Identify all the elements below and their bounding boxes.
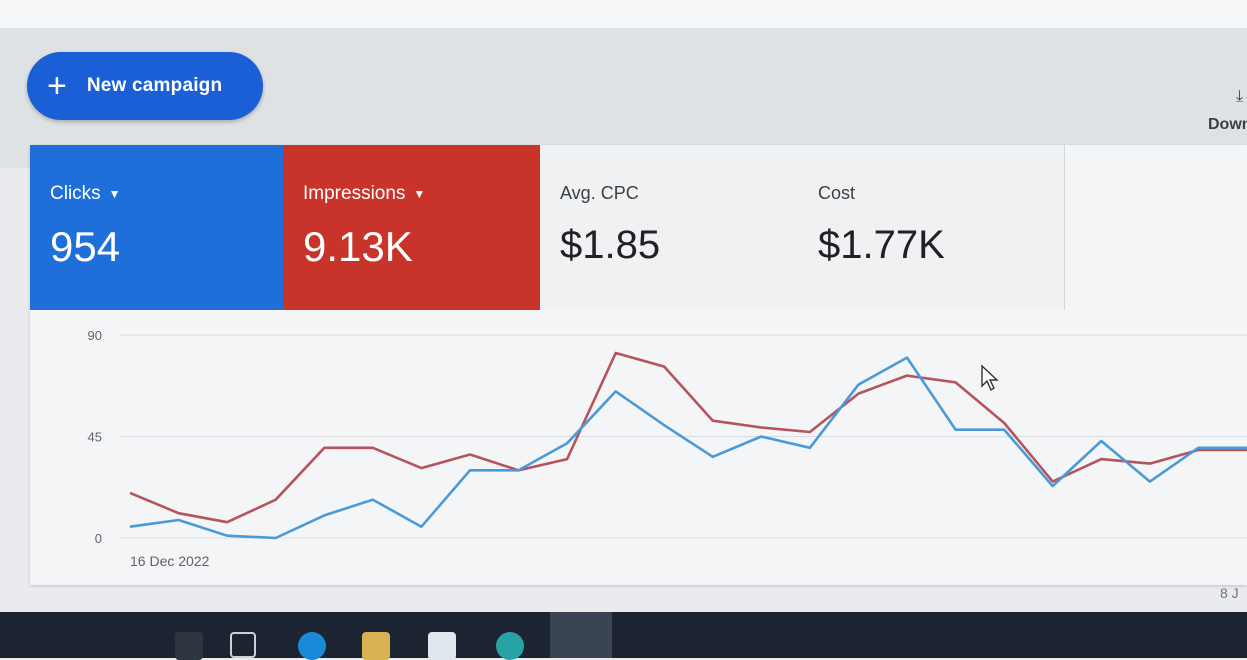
metric-value-impressions: 9.13K [303,223,413,270]
metric-card-impressions[interactable]: Impressions ▼ 9.13K [283,145,540,310]
dropdown-caret-icon[interactable]: ▼ [109,187,121,201]
metric-label-cost: Cost [818,183,856,203]
plus-icon: + [47,67,67,105]
file-explorer-icon[interactable] [362,632,390,660]
new-campaign-button[interactable]: + New campaign [27,52,263,120]
dropdown-caret-icon[interactable]: ▼ [413,187,425,201]
metric-value-avg-cpc: $1.85 [560,223,661,267]
x-axis-start-label: 16 Dec 2022 [130,553,210,569]
performance-line-chart: 90 45 0 16 Dec 2022 [88,328,1247,569]
metric-label-avg-cpc: Avg. CPC [560,183,639,203]
download-icon: ⤓ [1236,88,1244,105]
metric-card-avg-cpc[interactable]: Avg. CPC $1.85 [540,145,799,310]
metric-card-cost[interactable]: Cost $1.77K [798,145,1065,310]
metric-label-clicks: Clicks [50,183,101,204]
top-band [0,0,1247,28]
y-tick-label: 0 [95,531,102,546]
download-button[interactable]: ⤓ Down [1206,88,1247,138]
store-icon[interactable] [428,632,456,660]
metric-value-clicks: 954 [50,223,121,270]
x-axis-end-label: 8 J [1220,585,1239,601]
task-view-icon[interactable] [230,632,256,658]
series-line-impressions[interactable] [129,351,1247,524]
active-app-icon[interactable] [550,612,612,658]
download-label: Down [1208,116,1247,133]
y-tick-label: 45 [88,430,102,445]
microphone-icon[interactable] [175,632,203,660]
app-icon[interactable] [496,632,524,660]
series-line-clicks[interactable] [129,356,1247,540]
metric-label-impressions: Impressions [303,183,406,204]
metric-card-clicks[interactable]: Clicks ▼ 954 [30,145,283,310]
windows-taskbar [0,612,1247,660]
new-campaign-label: New campaign [86,75,223,96]
edge-browser-icon[interactable] [298,632,326,660]
mouse-cursor-icon [981,364,999,392]
metric-value-cost: $1.77K [818,223,945,267]
y-tick-label: 90 [88,328,102,343]
